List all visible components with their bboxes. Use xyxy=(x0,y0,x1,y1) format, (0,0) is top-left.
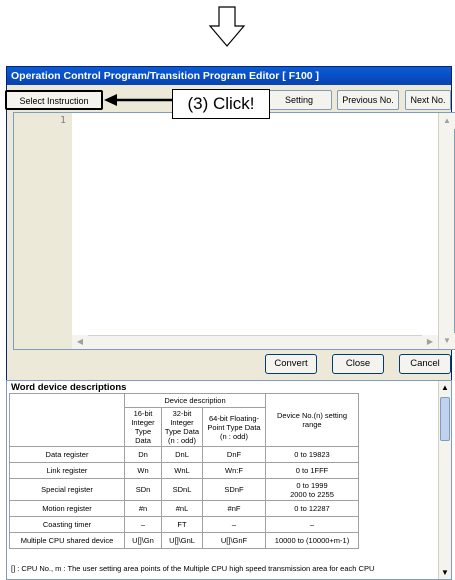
col-32bit-header: 32-bit Integer Type Data (n : odd) xyxy=(161,407,203,447)
cancel-button[interactable]: Cancel xyxy=(399,354,451,374)
select-instruction-button[interactable]: Select Instruction xyxy=(5,90,103,110)
cell-64bit: – xyxy=(202,516,266,533)
row-name: Motion register xyxy=(9,500,125,517)
cell-32bit: #nL xyxy=(161,500,203,517)
table-row: Special register SDn SDnL SDnF 0 to 1999… xyxy=(9,478,359,501)
previous-no-button[interactable]: Previous No. xyxy=(337,90,399,110)
cpu-note: [] : CPU No., m : The user setting area … xyxy=(11,564,375,573)
table-row: Multiple CPU shared device U[]\Gn U[]\Gn… xyxy=(9,532,359,549)
scroll-down-icon[interactable]: ▼ xyxy=(439,333,455,349)
cell-32bit: SDnL xyxy=(161,478,203,501)
table-row: Motion register #n #nL #nF 0 to 12287 xyxy=(9,500,359,517)
setting-button[interactable]: Setting xyxy=(266,90,332,110)
table-corner xyxy=(9,393,125,447)
cell-32bit: WnL xyxy=(161,462,203,479)
vertical-scrollbar[interactable]: ▲ ▼ xyxy=(438,113,455,349)
next-no-button[interactable]: Next No. xyxy=(405,90,451,110)
cell-16bit: Dn xyxy=(124,446,162,463)
close-button[interactable]: Close xyxy=(332,354,384,374)
cell-64bit: Wn:F xyxy=(202,462,266,479)
row-name: Data register xyxy=(9,446,125,463)
descriptions-scrollbar[interactable]: ▲ ▼ xyxy=(438,381,451,579)
program-editor-area[interactable]: 1 ▲ ▼ ◀ ▶ xyxy=(13,112,455,350)
cell-16bit: #n xyxy=(124,500,162,517)
table-row: Data register Dn DnL DnF 0 to 19823 xyxy=(9,446,359,463)
cell-32bit: U[]\GnL xyxy=(161,532,203,549)
cell-64bit: DnF xyxy=(202,446,266,463)
scroll-down-icon[interactable]: ▼ xyxy=(439,566,451,579)
table-row: Link register Wn WnL Wn:F 0 to 1FFF xyxy=(9,462,359,479)
scroll-up-icon[interactable]: ▲ xyxy=(439,113,455,129)
scroll-up-icon[interactable]: ▲ xyxy=(439,381,451,394)
scroll-thumb[interactable] xyxy=(440,397,450,441)
row-name: Multiple CPU shared device xyxy=(9,532,125,549)
line-number: 1 xyxy=(59,115,66,126)
cell-16bit: U[]\Gn xyxy=(124,532,162,549)
scroll-left-icon[interactable]: ◀ xyxy=(72,335,88,349)
word-device-descriptions-panel: Word device descriptions Device descript… xyxy=(6,380,452,580)
word-device-table: Device description Device No.(n) setting… xyxy=(9,393,359,549)
cell-32bit: FT xyxy=(161,516,203,533)
horizontal-scrollbar[interactable]: ◀ ▶ xyxy=(72,335,438,349)
col-64bit-header: 64-bit Floating-Point Type Data (n : odd… xyxy=(202,407,266,447)
click-callout: (3) Click! xyxy=(172,89,270,119)
cell-range: 0 to 1999 2000 to 2255 xyxy=(265,478,359,501)
cell-64bit: SDnF xyxy=(202,478,266,501)
convert-button[interactable]: Convert xyxy=(265,354,317,374)
cell-16bit: SDn xyxy=(124,478,162,501)
cell-range: 10000 to (10000+m-1) xyxy=(265,532,359,549)
cell-range: 0 to 19823 xyxy=(265,446,359,463)
descriptions-title: Word device descriptions xyxy=(11,382,127,393)
cell-64bit: #nF xyxy=(202,500,266,517)
scroll-right-icon[interactable]: ▶ xyxy=(422,335,438,349)
cell-range: 0 to 12287 xyxy=(265,500,359,517)
col-16bit-header: 16-bit Integer Type Data xyxy=(124,407,162,447)
cell-range: 0 to 1FFF xyxy=(265,462,359,479)
range-header: Device No.(n) setting range xyxy=(265,393,359,447)
line-number-gutter: 1 xyxy=(14,113,72,349)
cell-64bit: U[]\GnF xyxy=(202,532,266,549)
window-title: Operation Control Program/Transition Pro… xyxy=(7,67,451,85)
cell-32bit: DnL xyxy=(161,446,203,463)
row-name: Coasting timer xyxy=(9,516,125,533)
cell-16bit: – xyxy=(124,516,162,533)
table-row: Coasting timer – FT – – xyxy=(9,516,359,533)
row-name: Link register xyxy=(9,462,125,479)
down-arrow-icon xyxy=(208,6,246,47)
device-description-header: Device description xyxy=(124,393,266,408)
row-name: Special register xyxy=(9,478,125,501)
cell-range: – xyxy=(265,516,359,533)
cell-16bit: Wn xyxy=(124,462,162,479)
callout-arrow-icon xyxy=(104,94,175,106)
